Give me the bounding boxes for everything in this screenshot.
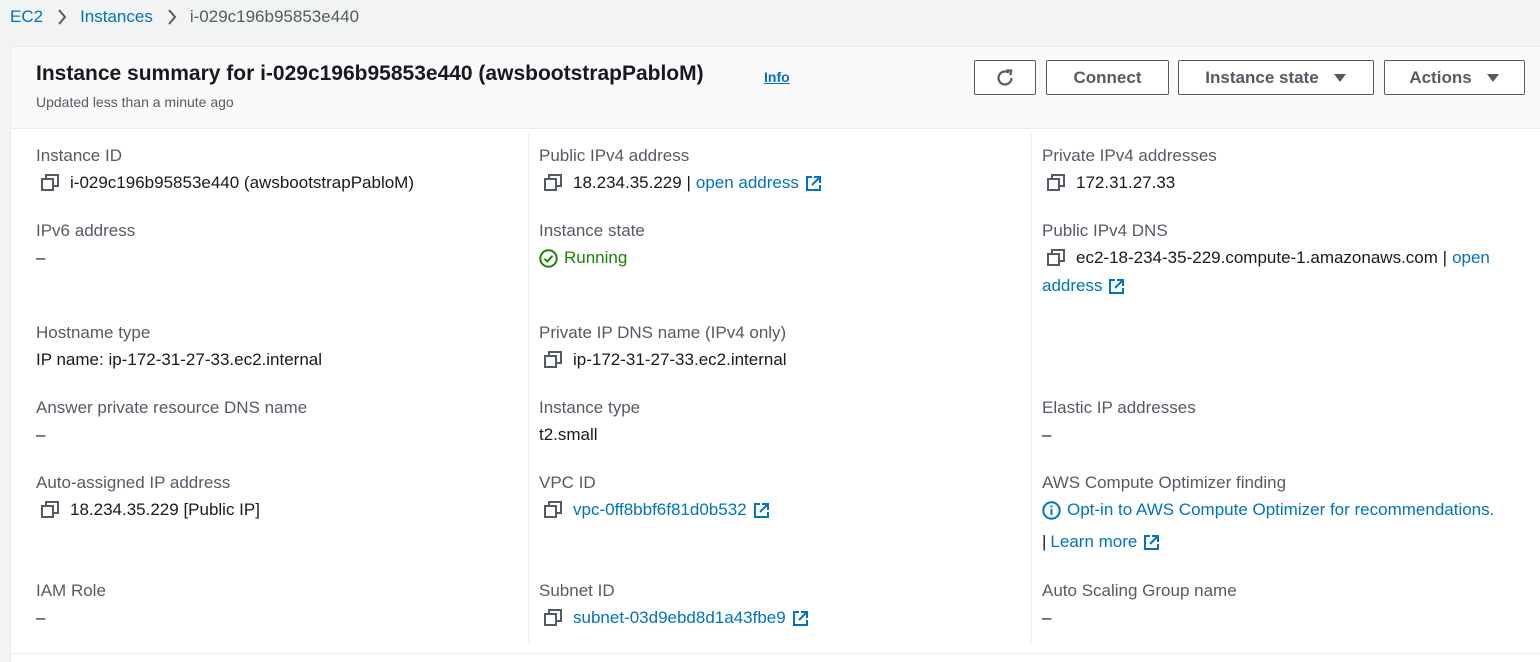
actions-label: Actions [1409,67,1472,87]
private-ipv4-value: 172.31.27.33 [1076,173,1176,192]
field-public-dns: Public IPv4 DNS ec2-18-234-35-229.comput… [1042,221,1532,297]
field-iam-role: IAM Role – [36,581,106,629]
external-link-icon[interactable] [792,610,809,627]
field-label: Answer private resource DNS name [36,398,308,417]
copy-icon[interactable] [41,501,59,519]
field-label: Instance ID [36,146,122,165]
public-ipv4-value: 18.234.35.229 | [573,173,691,192]
field-hostname-type: Hostname type IP name: ip-172-31-27-33.e… [36,323,322,371]
external-link-icon[interactable] [1143,534,1160,551]
panel-bottom-divider [11,653,1540,654]
instance-state-value: Running [564,248,628,267]
elastic-ip-value: – [1042,425,1052,444]
external-link-icon[interactable] [1108,278,1125,295]
field-public-ipv4: Public IPv4 address 18.234.35.229 | open… [539,146,822,194]
iam-role-value: – [36,608,46,627]
field-private-ipv4: Private IPv4 addresses 172.31.27.33 [1042,146,1217,194]
vpc-id-link[interactable]: vpc-0ff8bbf6f81d0b532 [573,499,747,521]
updated-text: Updated less than a minute ago [36,94,234,110]
open-address-link[interactable]: open address [696,172,799,194]
column-divider [528,133,529,643]
field-auto-ip: Auto-assigned IP address 18.234.35.229 [… [36,473,260,521]
column-divider [1031,133,1032,643]
instance-id-value: i-029c196b95853e440 (awsbootstrapPabloM) [70,173,415,192]
breadcrumb-instances-link[interactable]: Instances [80,7,153,27]
field-instance-state: Instance state Running [539,221,645,269]
field-label: Private IPv4 addresses [1042,146,1217,165]
field-label: Public IPv4 address [539,146,690,165]
field-label: IAM Role [36,581,106,600]
field-label: Subnet ID [539,581,615,600]
copy-icon[interactable] [544,351,562,369]
hostname-type-value: IP name: ip-172-31-27-33.ec2.internal [36,350,323,369]
copy-icon[interactable] [544,501,562,519]
caret-down-icon [1333,73,1347,83]
field-label: Instance state [539,221,645,240]
field-label: AWS Compute Optimizer finding [1042,473,1287,492]
field-asg-name: Auto Scaling Group name – [1042,581,1237,629]
field-vpc-id: VPC ID vpc-0ff8bbf6f81d0b532 [539,473,770,521]
chevron-right-icon [56,9,68,25]
subnet-id-link[interactable]: subnet-03d9ebd8d1a43fbe9 [573,607,786,629]
instance-type-value: t2.small [539,425,598,444]
breadcrumb: EC2 Instances i-029c196b95853e440 [10,6,359,28]
field-label: Elastic IP addresses [1042,398,1196,417]
field-label: Hostname type [36,323,151,342]
field-label: Auto-assigned IP address [36,473,231,492]
field-label: IPv6 address [36,221,136,240]
copy-icon[interactable] [544,174,562,192]
asg-name-value: – [1042,608,1052,627]
field-answer-dns: Answer private resource DNS name – [36,398,307,446]
private-dns-value: ip-172-31-27-33.ec2.internal [573,350,787,369]
info-link[interactable]: Info [764,69,790,85]
field-instance-type: Instance type t2.small [539,398,640,446]
separator: | [1042,532,1047,551]
breadcrumb-ec2-link[interactable]: EC2 [10,7,43,27]
actions-button[interactable]: Actions [1384,60,1525,95]
refresh-icon [994,67,1016,89]
learn-more-link[interactable]: Learn more [1050,531,1137,553]
info-circle-icon [1042,500,1061,520]
field-label: Auto Scaling Group name [1042,581,1237,600]
field-private-dns: Private IP DNS name (IPv4 only) ip-172-3… [539,323,787,371]
public-dns-value: ec2-18-234-35-229.compute-1.amazonaws.co… [1076,248,1448,267]
panel-header: Instance summary for i-029c196b95853e440… [11,47,1540,129]
breadcrumb-current: i-029c196b95853e440 [189,7,360,26]
field-instance-id: Instance ID i-029c196b95853e440 (awsboot… [36,146,414,194]
external-link-icon[interactable] [753,502,770,519]
field-elastic-ip: Elastic IP addresses – [1042,398,1196,446]
optimizer-opt-in-link[interactable]: Opt-in to AWS Compute Optimizer for reco… [1067,499,1494,521]
copy-icon[interactable] [41,174,59,192]
connect-button[interactable]: Connect [1046,60,1169,95]
external-link-icon[interactable] [805,175,822,192]
instance-state-label: Instance state [1205,67,1319,87]
copy-icon[interactable] [1047,174,1065,192]
status-running: Running [539,247,645,269]
auto-ip-value: 18.234.35.229 [Public IP] [70,500,260,519]
field-label: Private IP DNS name (IPv4 only) [539,323,787,342]
copy-icon[interactable] [544,609,562,627]
copy-icon[interactable] [1047,249,1065,267]
field-label: Public IPv4 DNS [1042,221,1168,240]
page-title: Instance summary for i-029c196b95853e440… [36,62,704,85]
chevron-right-icon [166,9,178,25]
refresh-button[interactable] [974,60,1036,95]
connect-label: Connect [1073,67,1142,87]
open-address-link[interactable]: open [1452,247,1490,269]
field-ipv6: IPv6 address – [36,221,135,269]
field-label: Instance type [539,398,641,417]
instance-state-button[interactable]: Instance state [1178,60,1374,95]
ipv6-value: – [36,248,46,267]
field-label: VPC ID [539,473,596,492]
answer-dns-value: – [36,425,46,444]
field-optimizer: AWS Compute Optimizer finding Opt-in to … [1042,473,1537,553]
caret-down-icon [1486,73,1500,83]
field-subnet-id: Subnet ID subnet-03d9ebd8d1a43fbe9 [539,581,809,629]
check-circle-icon [539,248,558,268]
instance-summary-panel: Instance summary for i-029c196b95853e440… [10,46,1540,662]
open-address-link-cont[interactable]: address [1042,275,1102,297]
